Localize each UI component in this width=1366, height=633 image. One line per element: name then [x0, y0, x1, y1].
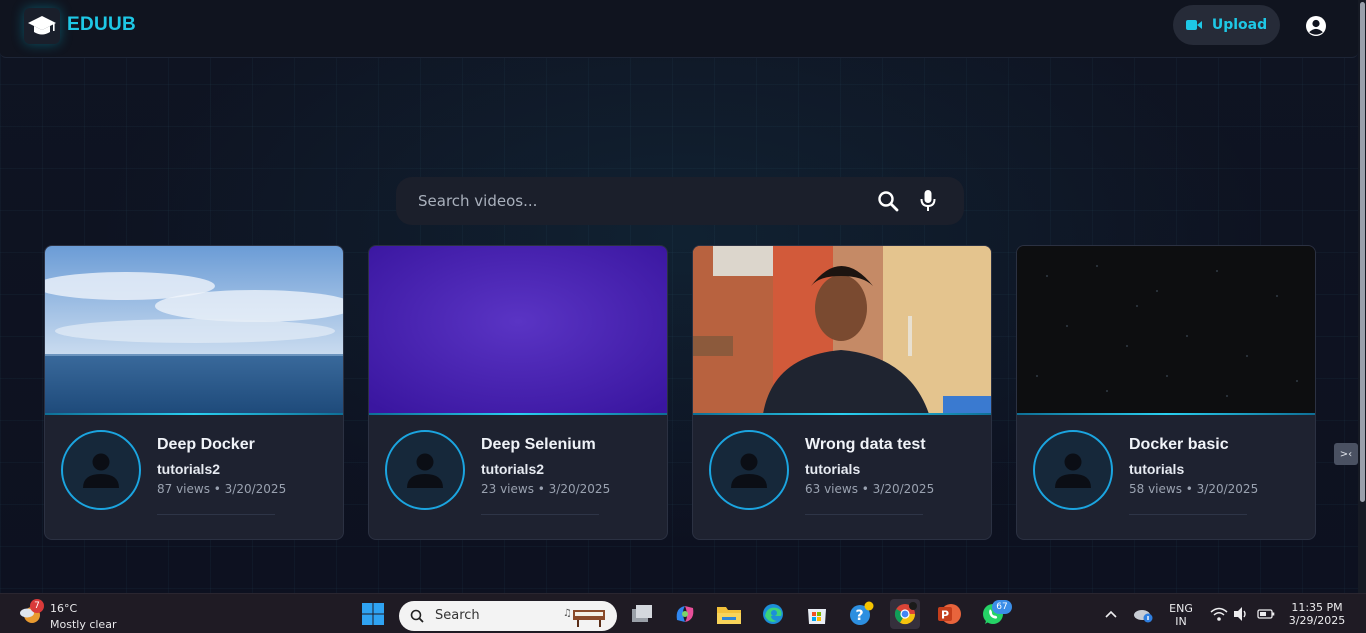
person-icon — [83, 453, 119, 488]
top-header: EDUUB Upload — [0, 0, 1358, 58]
upload-label: Upload — [1211, 17, 1268, 33]
video-meta: 63 views • 3/20/2025 — [805, 482, 935, 496]
search-icon[interactable] — [877, 190, 899, 212]
help-icon[interactable]: ? — [846, 599, 876, 629]
channel-name[interactable]: tutorials2 — [157, 461, 220, 477]
weather-temperature: 16°C — [50, 602, 78, 615]
battery-icon[interactable] — [1251, 599, 1281, 629]
task-view-icon[interactable] — [627, 599, 657, 629]
onedrive-icon[interactable] — [1128, 599, 1158, 629]
copilot-icon[interactable] — [670, 599, 700, 629]
video-meta: 87 views • 3/20/2025 — [157, 482, 287, 496]
weather-description: Mostly clear — [50, 618, 117, 631]
card-divider — [805, 514, 923, 515]
keyboard-region: IN — [1175, 615, 1187, 628]
video-card[interactable]: Docker basic tutorials 58 views • 3/20/2… — [1016, 245, 1316, 540]
person-icon — [731, 453, 767, 488]
video-thumbnail[interactable] — [369, 246, 667, 414]
video-title[interactable]: Deep Selenium — [481, 436, 596, 454]
video-card[interactable]: Deep Docker tutorials2 87 views • 3/20/2… — [44, 245, 344, 540]
language-code: ENG — [1169, 602, 1193, 615]
video-camera-icon — [1185, 20, 1202, 30]
channel-avatar[interactable] — [385, 430, 465, 510]
channel-avatar[interactable] — [1033, 430, 1113, 510]
card-divider — [157, 514, 275, 515]
video-card[interactable]: Wrong data test tutorials 63 views • 3/2… — [692, 245, 992, 540]
microphone-icon[interactable] — [919, 189, 937, 213]
clock[interactable]: 11:35 PM 3/29/2025 — [1286, 601, 1348, 627]
clock-time: 11:35 PM — [1291, 601, 1343, 614]
svg-text:♫: ♫ — [563, 608, 572, 619]
thumbnail-accent-line — [1017, 413, 1315, 415]
channel-avatar[interactable] — [709, 430, 789, 510]
logo-icon[interactable] — [24, 8, 60, 44]
taskbar-search[interactable]: Search ♫ — [399, 601, 617, 631]
thumbnail-accent-line — [45, 413, 343, 415]
whatsapp-badge: 67 — [992, 600, 1012, 614]
powerpoint-icon[interactable]: P — [934, 599, 964, 629]
scrollbar-thumb[interactable] — [1360, 2, 1365, 502]
file-explorer-icon[interactable] — [714, 599, 744, 629]
chevron-up-icon[interactable] — [1096, 599, 1126, 629]
person-icon — [1055, 453, 1091, 488]
video-card[interactable]: Deep Selenium tutorials2 23 views • 3/20… — [368, 245, 668, 540]
card-divider — [1129, 514, 1247, 515]
channel-name[interactable]: tutorials2 — [481, 461, 544, 477]
video-meta: 58 views • 3/20/2025 — [1129, 482, 1259, 496]
windows-taskbar: 7 16°C Mostly clear Search ♫ ? P 67 ENG … — [0, 593, 1366, 633]
thumbnail-accent-line — [693, 413, 991, 415]
user-profile-icon[interactable] — [1304, 14, 1328, 38]
app-page: EDUUB Upload Search videos... Deep Docke… — [0, 0, 1366, 593]
side-panel-toggle[interactable]: >‹ — [1334, 443, 1358, 465]
weather-badge: 7 — [30, 599, 44, 613]
thumbnail-accent-line — [369, 413, 667, 415]
language-indicator[interactable]: ENG IN — [1166, 602, 1196, 628]
svg-text:?: ? — [856, 608, 864, 624]
search-input[interactable] — [418, 189, 848, 213]
clock-date: 3/29/2025 — [1288, 614, 1346, 627]
channel-avatar[interactable] — [61, 430, 141, 510]
video-title[interactable]: Deep Docker — [157, 436, 255, 454]
taskbar-search-label: Search — [435, 608, 480, 623]
svg-text:P: P — [941, 609, 949, 622]
weather-widget[interactable]: 7 16°C Mostly clear — [16, 598, 126, 632]
video-thumbnail[interactable] — [1017, 246, 1315, 414]
video-meta: 23 views • 3/20/2025 — [481, 482, 611, 496]
card-divider — [481, 514, 599, 515]
channel-name[interactable]: tutorials — [1129, 461, 1184, 477]
video-thumbnail[interactable] — [693, 246, 991, 414]
piano-icon: ♫ — [563, 608, 605, 627]
microsoft-store-icon[interactable] — [802, 599, 832, 629]
video-title[interactable]: Docker basic — [1129, 436, 1229, 454]
channel-name[interactable]: tutorials — [805, 461, 860, 477]
windows-start-icon[interactable] — [358, 599, 388, 629]
person-icon — [407, 453, 443, 488]
video-title[interactable]: Wrong data test — [805, 436, 926, 454]
logo-text[interactable]: EDUUB — [67, 14, 136, 36]
upload-button[interactable]: Upload — [1173, 5, 1280, 45]
video-thumbnail[interactable] — [45, 246, 343, 414]
chrome-browser-icon[interactable] — [890, 599, 920, 629]
search-icon — [410, 609, 424, 623]
edge-browser-icon[interactable] — [758, 599, 788, 629]
